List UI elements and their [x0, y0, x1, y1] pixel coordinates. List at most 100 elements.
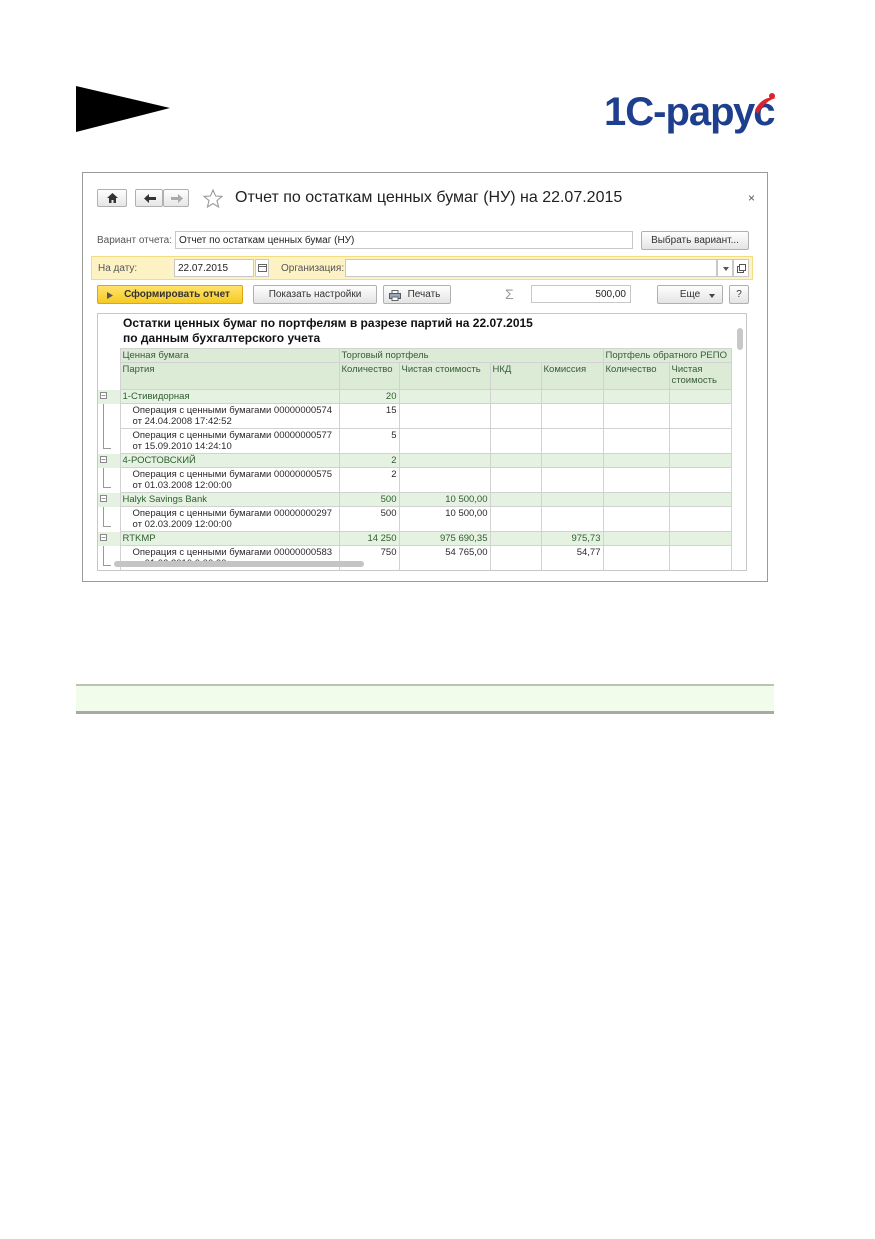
group-qty: 14 250 [338, 531, 400, 546]
detail-empty-cell [602, 467, 670, 493]
generate-report-label: Сформировать отчет [124, 289, 230, 300]
logo-swoosh-icon [755, 93, 776, 114]
sigma-icon: Σ [505, 286, 514, 302]
play-icon [107, 292, 113, 299]
arrow-marker-icon [76, 86, 170, 132]
header-trading-portfolio: Торговый портфель [338, 348, 604, 363]
date-label: На дату: [98, 263, 138, 274]
horizontal-scroll-thumb[interactable] [114, 561, 364, 567]
back-button[interactable] [135, 189, 163, 207]
detail-row[interactable]: Операция с ценными бумагами 00000000297 о… [98, 506, 732, 532]
horizontal-scrollbar[interactable] [104, 560, 734, 568]
header-commission: Комиссия [540, 362, 604, 390]
variant-row: Вариант отчета: Отчет по остаткам ценных… [97, 231, 757, 250]
more-label: Еще [679, 289, 701, 300]
group-qty: 500 [338, 492, 400, 507]
header-repo-qty: Количество [602, 362, 670, 390]
more-button[interactable]: Еще [657, 285, 723, 304]
group-row[interactable]: − RTKMP 14 250 975 690,35 975,73 [98, 531, 732, 546]
detail-qty: 5 [338, 428, 400, 454]
group-nkd [489, 531, 542, 546]
date-field[interactable]: 22.07.2015 [174, 259, 254, 277]
show-settings-button[interactable]: Показать настройки [253, 285, 377, 304]
tree-line-end [103, 525, 111, 527]
group-net [398, 389, 491, 404]
detail-nkd [489, 403, 542, 429]
variant-field[interactable]: Отчет по остаткам ценных бумаг (НУ) [175, 231, 633, 249]
group-toggle[interactable]: − [98, 389, 121, 404]
sum-field: 500,00 [531, 285, 631, 303]
operation-date: от 15.09.2010 14:24:10 [132, 441, 232, 452]
collapse-icon[interactable]: − [100, 455, 107, 463]
printer-icon [389, 290, 401, 301]
organization-label: Организация: [281, 263, 345, 274]
operation-cell: Операция с ценными бумагами 00000000577 о… [119, 428, 340, 454]
group-empty-cell [668, 453, 732, 468]
operation-cell: Операция с ценными бумагами 00000000574 о… [119, 403, 340, 429]
print-button[interactable]: Печать [383, 285, 451, 304]
detail-empty-cell [668, 506, 732, 532]
group-empty-cell [668, 389, 732, 404]
group-empty-cell [668, 492, 732, 507]
help-button[interactable]: ? [729, 285, 749, 304]
variant-label: Вариант отчета: [97, 235, 172, 246]
choose-variant-button[interactable]: Выбрать вариант... [641, 231, 749, 250]
group-toggle[interactable]: − [98, 453, 121, 468]
toolbar: Сформировать отчет Показать настройки Пе… [97, 285, 757, 305]
header-security: Ценная бумага [119, 348, 340, 363]
organization-open-button[interactable] [733, 259, 749, 277]
forward-button[interactable] [163, 189, 189, 207]
group-comm [540, 453, 604, 468]
star-icon[interactable] [203, 189, 223, 208]
detail-nkd [489, 506, 542, 532]
tree-connector [98, 403, 121, 429]
collapse-icon[interactable]: − [100, 391, 107, 399]
footer-bar [76, 684, 774, 714]
group-toggle[interactable]: − [98, 492, 121, 507]
operation-cell: Операция с ценными бумагами 00000000297 о… [119, 506, 340, 532]
dropdown-icon [723, 267, 729, 271]
header-batch: Партия [119, 362, 340, 390]
operation-title: Операция с ценными бумагами 00000000583 [132, 547, 333, 558]
organization-dropdown-button[interactable] [717, 259, 733, 277]
vertical-scrollbar[interactable] [736, 322, 744, 562]
generate-report-button[interactable]: Сформировать отчет [97, 285, 243, 304]
report-table: Ценная бумага Торговый портфель Портфель… [98, 348, 732, 570]
detail-empty-cell [602, 506, 670, 532]
print-label: Печать [407, 289, 441, 300]
group-net: 975 690,35 [398, 531, 491, 546]
group-row[interactable]: − 1-Стивидорная 20 [98, 389, 732, 404]
collapse-icon[interactable]: − [100, 533, 107, 541]
dropdown-icon [709, 294, 715, 298]
detail-comm [540, 467, 604, 493]
detail-row[interactable]: Операция с ценными бумагами 00000000575 о… [98, 467, 732, 493]
group-row[interactable]: − 4-РОСТОВСКИЙ 2 [98, 453, 732, 468]
close-button[interactable]: × [748, 191, 755, 205]
detail-comm [540, 403, 604, 429]
collapse-icon[interactable]: − [100, 494, 107, 502]
arrow-left-icon [144, 194, 156, 203]
home-button[interactable] [97, 189, 127, 207]
detail-net [398, 428, 491, 454]
organization-field[interactable] [345, 259, 717, 277]
header-net-value: Чистая стоимость [398, 362, 491, 390]
calendar-button[interactable] [255, 259, 269, 277]
operation-title: Операция с ценными бумагами 00000000577 [132, 430, 333, 441]
detail-empty-cell [668, 428, 732, 454]
group-comm: 975,73 [540, 531, 604, 546]
detail-row[interactable]: Операция с ценными бумагами 00000000577 о… [98, 428, 732, 454]
group-row[interactable]: − Halyk Savings Bank 500 10 500,00 [98, 492, 732, 507]
detail-nkd [489, 467, 542, 493]
operation-title: Операция с ценными бумагами 00000000297 [132, 508, 333, 519]
arrow-right-icon [171, 194, 183, 203]
group-toggle[interactable]: − [98, 531, 121, 546]
detail-qty: 15 [338, 403, 400, 429]
group-name: 4-РОСТОВСКИЙ [119, 453, 340, 468]
detail-nkd [489, 428, 542, 454]
detail-row[interactable]: Операция с ценными бумагами 00000000574 о… [98, 403, 732, 429]
calendar-icon [258, 264, 267, 272]
header-nkd: НКД [489, 362, 542, 390]
vertical-scroll-thumb[interactable] [737, 328, 743, 350]
group-qty: 20 [338, 389, 400, 404]
detail-net: 10 500,00 [398, 506, 491, 532]
